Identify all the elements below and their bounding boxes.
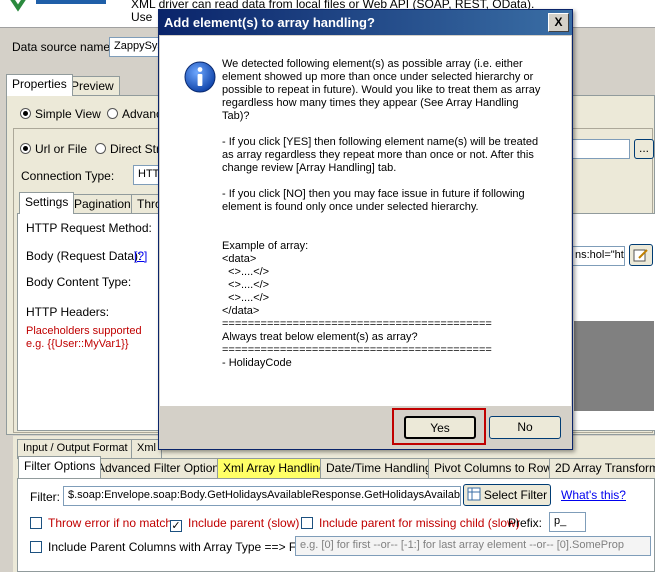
tab-datetime-handling[interactable]: Date/Time Handling	[320, 458, 438, 478]
radio-advanced-view[interactable]	[107, 108, 118, 119]
prefix-input[interactable]: p_	[549, 512, 586, 532]
include-parent-columns-label: Include Parent Columns with Array Type =…	[48, 540, 316, 554]
throw-error-checkbox[interactable]	[30, 517, 42, 529]
tab-properties[interactable]: Properties	[6, 74, 73, 96]
select-filter-label: Select Filter	[483, 488, 548, 502]
dialog-body: We detected following element(s) as poss…	[160, 36, 571, 406]
tab-pagination[interactable]: Pagination	[68, 194, 137, 214]
include-parent-missing-label: Include parent for missing child (slow)	[319, 516, 520, 530]
dialog-close-button[interactable]: X	[548, 13, 569, 32]
include-parent-missing-checkbox[interactable]	[301, 517, 313, 529]
no-button[interactable]: No	[489, 416, 561, 439]
browse-button[interactable]: ...	[634, 139, 654, 159]
radio-direct-string[interactable]	[95, 143, 106, 154]
header-description-2: Use	[131, 10, 153, 24]
zappysys-logo	[6, 0, 116, 14]
http-method-label: HTTP Request Method:	[26, 221, 152, 235]
throw-error-option[interactable]: Throw error if no match	[30, 516, 172, 530]
filter-grid-icon	[467, 487, 481, 501]
yes-button[interactable]: Yes	[404, 416, 476, 439]
filter-label: Filter:	[30, 490, 60, 504]
body-edit-button[interactable]	[629, 244, 653, 266]
tab-pivot-columns[interactable]: Pivot Columns to Rows	[428, 458, 565, 478]
placeholders-hint-1: Placeholders supported	[26, 325, 142, 337]
datasource-label: Data source name	[12, 40, 111, 54]
select-filter-button[interactable]: Select Filter	[463, 484, 551, 506]
body-help-link[interactable]: [?]	[134, 249, 147, 263]
view-simple[interactable]: Simple View	[20, 107, 101, 121]
tab-preview[interactable]: Preview	[65, 76, 120, 96]
tab-advanced-filter-options[interactable]: Advanced Filter Options	[91, 458, 232, 478]
body-input[interactable]: ns:hol="ht	[570, 246, 625, 266]
include-parent-columns-option[interactable]: Include Parent Columns with Array Type =…	[30, 540, 316, 554]
info-icon	[184, 61, 216, 93]
body-label: Body (Request Data):	[26, 249, 142, 263]
source-direct[interactable]: Direct Stri	[95, 142, 163, 156]
dialog-title: Add element(s) to array handling?	[159, 10, 572, 35]
include-parent-columns-checkbox[interactable]	[30, 541, 42, 553]
radio-simple-view[interactable]	[20, 108, 31, 119]
view-advanced-label: Advanc	[122, 107, 163, 121]
connection-type-select[interactable]: HTT	[133, 165, 161, 185]
connection-type-label: Connection Type:	[21, 169, 115, 183]
include-parent-missing-option[interactable]: Include parent for missing child (slow)	[301, 516, 520, 530]
array-handling-dialog: Add element(s) to array handling? X We d…	[158, 9, 573, 450]
tab-xml-array-handling[interactable]: Xml Array Handling	[217, 458, 332, 478]
url-or-file-label: Url or File	[35, 142, 88, 156]
include-parent-label: Include parent (slow)	[188, 516, 300, 530]
tab-2d-array-transform[interactable]: 2D Array Transform	[549, 458, 655, 478]
radio-url-or-file[interactable]	[20, 143, 31, 154]
placeholders-hint-2: e.g. {{User::MyVar1}}	[26, 338, 129, 350]
prefix-label: Prefix:	[508, 516, 543, 530]
whats-this-link[interactable]: What's this?	[561, 488, 626, 502]
dialog-message: We detected following element(s) as poss…	[222, 58, 541, 369]
include-parent-checkbox[interactable]: ✓	[170, 520, 182, 532]
direct-string-label: Direct Stri	[110, 142, 163, 156]
view-advanced[interactable]: Advanc	[107, 107, 162, 121]
body-content-type-label: Body Content Type:	[26, 275, 132, 289]
http-headers-label: HTTP Headers:	[26, 305, 110, 319]
tab-filter-options[interactable]: Filter Options	[18, 456, 102, 478]
edit-icon	[633, 249, 648, 262]
url-input[interactable]	[570, 139, 630, 159]
view-simple-label: Simple View	[35, 107, 101, 121]
filter-input[interactable]: $.soap:Envelope.soap:Body.GetHolidaysAva…	[63, 486, 461, 506]
headers-grid[interactable]	[574, 321, 654, 411]
array-filter-input[interactable]: e.g. [0] for first --or-- [-1:] for last…	[295, 536, 651, 556]
throw-error-label: Throw error if no match	[48, 516, 173, 530]
zappysys-logo-icon	[10, 0, 106, 12]
tab-settings[interactable]: Settings	[19, 192, 75, 214]
source-url[interactable]: Url or File	[20, 142, 87, 156]
include-parent-option[interactable]: ✓ Include parent (slow)	[170, 516, 299, 532]
